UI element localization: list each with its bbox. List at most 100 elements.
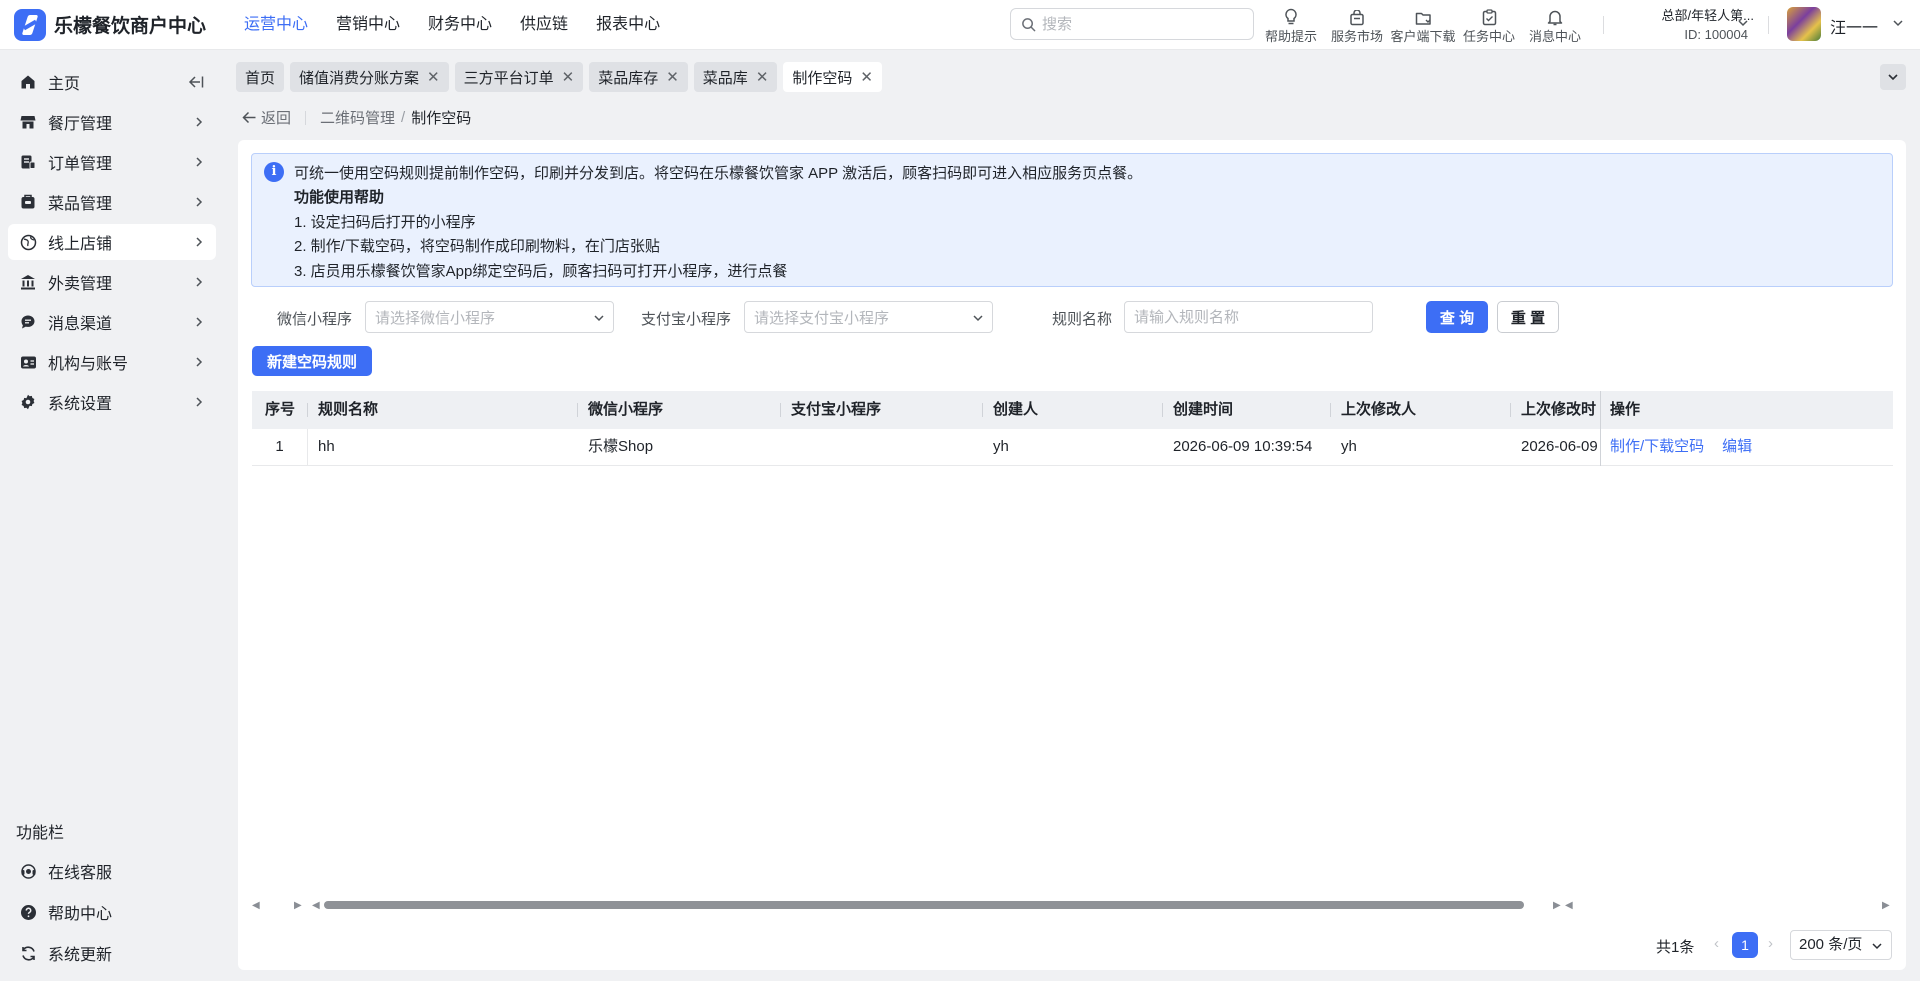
prev-page-icon[interactable]: ‹ xyxy=(1714,935,1719,952)
chevron-down-icon xyxy=(594,315,604,322)
scroll-left-arrow-icon[interactable]: ◀ xyxy=(252,900,260,911)
col-header-wechat: 微信小程序 xyxy=(578,391,781,429)
topnav-marketing[interactable]: 营销中心 xyxy=(322,0,414,50)
fixed-column-divider xyxy=(1600,391,1601,466)
cell-actions: 制作/下载空码 编辑 xyxy=(1600,429,1893,465)
tool-client-download[interactable]: 客户端下载 xyxy=(1390,4,1456,45)
sidebar-item-label: 系统更新 xyxy=(48,947,113,964)
sidebar-item-label: 主页 xyxy=(48,76,81,93)
scroll-thumb[interactable] xyxy=(324,901,1524,909)
org-switcher[interactable]: 总部/年轻人第... ID: 100004 xyxy=(1612,5,1754,42)
tool-task-center[interactable]: 任务中心 xyxy=(1456,4,1522,45)
collapse-sidebar-icon[interactable] xyxy=(188,75,204,89)
topnav-reports[interactable]: 报表中心 xyxy=(582,0,674,50)
sidebar-item-settings[interactable]: 系统设置 xyxy=(8,384,216,420)
app-logo[interactable]: 乐檬餐饮商户中心 xyxy=(14,8,230,41)
sidebar-item-label: 外卖管理 xyxy=(48,276,113,293)
alipay-miniprogram-select[interactable]: 请选择支付宝小程序 xyxy=(744,301,993,333)
sidebar-item-help-center[interactable]: 帮助中心 xyxy=(8,894,216,930)
total-count: 共1条 xyxy=(1656,939,1695,956)
tab-label: 菜品库 xyxy=(702,69,748,87)
col-header-modified-time: 上次修改时 xyxy=(1521,401,1597,418)
org-id: ID: 100004 xyxy=(1684,27,1748,42)
tab-dish-inventory[interactable]: 菜品库存 ✕ xyxy=(589,62,688,92)
sidebar-item-dishes[interactable]: 菜品管理 xyxy=(8,184,216,220)
new-blank-code-rule-button[interactable]: 新建空码规则 xyxy=(252,346,372,376)
back-button[interactable]: 返回 xyxy=(242,107,291,128)
scroll-right-arrow-icon[interactable]: ▶ xyxy=(294,900,302,911)
tabs-menu-button[interactable] xyxy=(1880,64,1906,90)
close-icon[interactable]: ✕ xyxy=(562,68,575,86)
search-input[interactable] xyxy=(1042,15,1232,33)
page-number-current[interactable]: 1 xyxy=(1732,932,1758,958)
tool-help-tips[interactable]: 帮助提示 xyxy=(1258,4,1324,45)
global-search[interactable] xyxy=(1010,8,1254,40)
page-size-select[interactable]: 200 条/页 xyxy=(1790,930,1892,960)
col-header-modifier: 上次修改人 xyxy=(1331,391,1511,429)
home-icon xyxy=(21,75,35,89)
rule-name-input[interactable] xyxy=(1124,301,1373,333)
cell-creator: yh xyxy=(993,438,1009,455)
tab-label: 三方平台订单 xyxy=(463,69,554,87)
tab-home[interactable]: 首页 xyxy=(236,62,285,92)
tab-third-party-orders[interactable]: 三方平台订单 ✕ xyxy=(454,62,584,92)
wechat-filter-label: 微信小程序 xyxy=(277,311,353,328)
close-icon[interactable]: ✕ xyxy=(427,68,440,86)
edit-link[interactable]: 编辑 xyxy=(1722,438,1752,455)
breadcrumb-separator: / xyxy=(401,109,406,126)
bell-icon xyxy=(1547,10,1563,26)
horizontal-scrollbar[interactable]: ◀ ▶ ◀ ▶ ◀ ▶ xyxy=(252,898,1893,912)
chevron-right-icon xyxy=(196,117,203,127)
tool-service-market[interactable]: 服务市场 xyxy=(1324,4,1390,45)
close-icon[interactable]: ✕ xyxy=(666,68,679,86)
chevron-down-icon[interactable] xyxy=(1737,17,1749,29)
sidebar-item-online-store[interactable]: 线上店铺 xyxy=(8,224,216,260)
scroll-right-arrow-icon[interactable]: ▶ xyxy=(1882,900,1890,911)
cell-modified-time: 2026-06-09 xyxy=(1521,438,1598,455)
notice-step-2: 2. 制作/下载空码，将空码制作成印刷物料，在门店张贴 xyxy=(294,238,660,255)
cell-rule-name: hh xyxy=(318,438,335,455)
page-size-value: 200 条/页 xyxy=(1799,936,1863,953)
user-name[interactable]: 汪一一 xyxy=(1830,14,1878,38)
chevron-down-icon[interactable] xyxy=(1892,17,1904,29)
query-button[interactable]: 查 询 xyxy=(1426,301,1488,333)
chevron-right-icon xyxy=(196,157,203,167)
tab-stored-value-split[interactable]: 储值消费分账方案 ✕ xyxy=(290,62,449,92)
sidebar-item-home[interactable]: 主页 xyxy=(8,64,216,100)
tool-message-center[interactable]: 消息中心 xyxy=(1522,4,1588,45)
wechat-miniprogram-select[interactable]: 请选择微信小程序 xyxy=(365,301,614,333)
header-divider xyxy=(1768,16,1769,34)
scroll-left-arrow-icon[interactable]: ◀ xyxy=(1565,900,1573,911)
info-notice: i 可统一使用空码规则提前制作空码，印刷并分发到店。将空码在乐檬餐饮管家 APP… xyxy=(251,153,1893,287)
org-name: 总部/年轻人第... xyxy=(1661,8,1754,23)
close-icon[interactable]: ✕ xyxy=(756,68,769,86)
notice-text: 可统一使用空码规则提前制作空码，印刷并分发到店。将空码在乐檬餐饮管家 APP 激… xyxy=(294,165,1143,182)
cell-wechat: 乐檬Shop xyxy=(588,438,654,455)
topnav-operations[interactable]: 运营中心 xyxy=(230,0,322,50)
reset-button[interactable]: 重 置 xyxy=(1497,301,1559,333)
table-row: 1 hh 乐檬Shop yh 2026-06-09 10:39:54 yh 20… xyxy=(252,429,1893,466)
breadcrumb-parent[interactable]: 二维码管理 xyxy=(320,107,395,128)
sidebar-item-online-support[interactable]: 在线客服 xyxy=(8,853,216,889)
breadcrumb: 返回 二维码管理 / 制作空码 xyxy=(242,107,471,128)
scroll-track[interactable] xyxy=(324,901,1546,909)
col-header-rule-name: 规则名称 xyxy=(308,391,578,429)
make-download-code-link[interactable]: 制作/下载空码 xyxy=(1610,438,1704,455)
sidebar-item-delivery[interactable]: 外卖管理 xyxy=(8,264,216,300)
close-icon[interactable]: ✕ xyxy=(860,68,873,86)
avatar[interactable] xyxy=(1787,7,1821,41)
sidebar-item-system-update[interactable]: 系统更新 xyxy=(8,935,216,971)
search-icon xyxy=(1022,17,1036,31)
topnav-finance[interactable]: 财务中心 xyxy=(414,0,506,50)
sidebar-item-restaurant[interactable]: 餐厅管理 xyxy=(8,104,216,140)
sidebar-item-orders[interactable]: 订单管理 xyxy=(8,144,216,180)
scroll-left-arrow-icon[interactable]: ◀ xyxy=(312,900,320,911)
sidebar-item-message-channels[interactable]: 消息渠道 xyxy=(8,304,216,340)
tab-dish-library[interactable]: 菜品库 ✕ xyxy=(693,62,778,92)
lightbulb-icon xyxy=(1285,8,1297,25)
next-page-icon[interactable]: › xyxy=(1768,935,1773,952)
tab-make-blank-code[interactable]: 制作空码 ✕ xyxy=(783,62,882,92)
scroll-right-arrow-icon[interactable]: ▶ xyxy=(1553,900,1561,911)
sidebar-item-org-accounts[interactable]: 机构与账号 xyxy=(8,344,216,380)
topnav-supply-chain[interactable]: 供应链 xyxy=(506,0,582,50)
